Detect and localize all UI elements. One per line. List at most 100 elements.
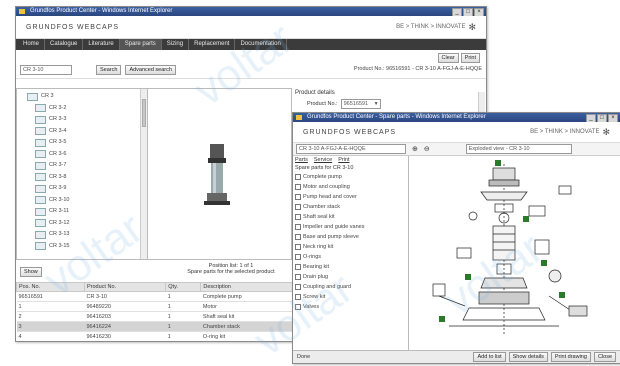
show-details-button[interactable]: Show details	[508, 352, 548, 362]
tree-item[interactable]: CR 3-9	[27, 183, 147, 195]
tree-scrollbar[interactable]	[140, 89, 147, 259]
close-button[interactable]: ×	[608, 114, 618, 122]
nav-documentation[interactable]: Documentation	[235, 39, 287, 50]
tree-item[interactable]: CR 3-3	[27, 114, 147, 126]
nav-sizing[interactable]: Sizing	[162, 39, 190, 50]
part-checkbox[interactable]	[295, 184, 301, 190]
tree-item[interactable]: CR 3-15	[27, 241, 147, 253]
tree-item[interactable]: CR 3-12	[27, 218, 147, 230]
spare-part-item[interactable]: Complete pump	[293, 172, 408, 182]
table-cell: CR 3-10	[84, 291, 166, 302]
nav-catalogue[interactable]: Catalogue	[45, 39, 84, 50]
part-checkbox[interactable]	[295, 174, 301, 180]
search-input[interactable]: CR 3-10	[20, 65, 72, 75]
spare-part-item[interactable]: Motor and coupling	[293, 182, 408, 192]
spare-part-label: O-rings	[303, 254, 322, 260]
tree-item[interactable]: CR 3-11	[27, 206, 147, 218]
logo-mark-icon: ✻	[468, 21, 476, 32]
browser-icon	[19, 9, 25, 14]
part-checkbox[interactable]	[295, 304, 301, 310]
tree-item[interactable]: CR 3	[27, 91, 147, 103]
column-header[interactable]: Description	[200, 282, 304, 292]
part-checkbox[interactable]	[295, 264, 301, 270]
minimize-button[interactable]: _	[586, 114, 596, 122]
spare-part-item[interactable]: O-rings	[293, 252, 408, 262]
part-checkbox[interactable]	[295, 214, 301, 220]
spare-part-item[interactable]: Valves	[293, 302, 408, 312]
spare-part-item[interactable]: Coupling and guard	[293, 282, 408, 292]
close-window-button[interactable]: Close	[593, 352, 616, 362]
tree-item[interactable]: CR 3-8	[27, 172, 147, 184]
nav-replacement[interactable]: Replacement	[189, 39, 236, 50]
spare-part-item[interactable]: Base and pump sleeve	[293, 232, 408, 242]
logo-mark-icon: ✻	[602, 126, 610, 137]
zoom-in-icon[interactable]: ⊕	[412, 145, 418, 153]
product-number-select[interactable]: 96516591 ▼	[340, 99, 381, 109]
column-header[interactable]: Qty.	[165, 282, 202, 292]
tree-item[interactable]: CR 3-10	[27, 195, 147, 207]
tree-item[interactable]: CR 3-2	[27, 103, 147, 115]
nav-spare-parts[interactable]: Spare parts	[119, 39, 162, 50]
part-checkbox[interactable]	[295, 254, 301, 260]
exploded-drawing-panel[interactable]	[409, 156, 619, 350]
spare-part-item[interactable]: Neck ring kit	[293, 242, 408, 252]
part-checkbox[interactable]	[295, 234, 301, 240]
zoom-out-icon[interactable]: ⊖	[424, 145, 430, 153]
nav-literature[interactable]: Literature	[83, 39, 120, 50]
tree-item-label: CR 3-5	[49, 139, 67, 145]
spare-part-item[interactable]: Chamber stack	[293, 202, 408, 212]
tree-item-label: CR 3-4	[49, 127, 67, 134]
minimize-button[interactable]: _	[452, 8, 462, 16]
print-button[interactable]: Print	[460, 53, 480, 63]
tree-item[interactable]: CR 3-4	[27, 126, 147, 138]
column-header[interactable]: Product No.	[83, 282, 167, 292]
spare-part-item[interactable]: Drain plug	[293, 272, 408, 282]
spare-part-item[interactable]: Pump head and cover	[293, 192, 408, 202]
maximize-button[interactable]: □	[597, 114, 607, 122]
spare-part-item[interactable]: Shaft seal kit	[293, 212, 408, 222]
column-header[interactable]: Pos. No.	[16, 282, 85, 292]
tree-item-label: CR 3-10	[49, 196, 70, 203]
drawing-title-field[interactable]: Exploded view - CR 3-10	[465, 144, 572, 154]
close-button[interactable]: ×	[474, 8, 484, 16]
part-checkbox[interactable]	[295, 274, 301, 280]
part-checkbox[interactable]	[295, 244, 301, 250]
table-cell: Shaft seal kit	[200, 311, 304, 322]
exploded-view-drawing	[432, 160, 588, 336]
tree-item[interactable]: CR 3-5	[27, 137, 147, 149]
part-checkbox[interactable]	[295, 204, 301, 210]
spare-part-item[interactable]: Impeller and guide vanes	[293, 222, 408, 232]
product-number-value: 96516591	[343, 101, 369, 107]
table-cell: 4	[16, 331, 85, 341]
spare-part-item[interactable]: Screw kit	[293, 292, 408, 302]
spare-part-item[interactable]: Bearing kit	[293, 262, 408, 272]
table-cell: 96416203	[84, 311, 166, 322]
advanced-search-button[interactable]: Advanced search	[125, 65, 176, 75]
tree-item[interactable]: CR 3-6	[27, 149, 147, 161]
maximize-button[interactable]: □	[463, 8, 473, 16]
nav-home[interactable]: Home	[18, 39, 46, 50]
tab-parts[interactable]: Parts	[295, 157, 308, 163]
tree-item[interactable]: CR 3-7	[27, 160, 147, 172]
spare-part-label: Chamber stack	[303, 204, 340, 210]
company-logo[interactable]: BE > THINK > INNOVATE ✻	[530, 127, 610, 138]
tab-service[interactable]: Service	[314, 157, 332, 163]
company-logo[interactable]: BE > THINK > INNOVATE ✻	[396, 22, 476, 33]
clear-button[interactable]: Clear	[437, 53, 459, 63]
folder-icon	[35, 230, 46, 239]
part-checkbox[interactable]	[295, 224, 301, 230]
spare-parts-tree: Parts Service Print Spare parts for CR 3…	[293, 156, 409, 350]
show-button[interactable]: Show	[20, 267, 42, 277]
search-button[interactable]: Search	[96, 65, 122, 75]
tab-print[interactable]: Print	[338, 157, 349, 163]
add-to-list-button[interactable]: Add to list	[473, 352, 506, 362]
product-filter-input[interactable]: CR 3-10 A-FGJ-A-E-HQQE	[296, 144, 406, 154]
part-checkbox[interactable]	[295, 194, 301, 200]
tree-item[interactable]: CR 3-13	[27, 229, 147, 241]
tree-scroll-thumb[interactable]	[142, 99, 146, 127]
table-cell: 5	[17, 342, 85, 343]
print-drawing-button[interactable]: Print drawing	[550, 352, 591, 362]
part-checkbox[interactable]	[295, 284, 301, 290]
part-checkbox[interactable]	[295, 294, 301, 300]
browser-icon	[296, 115, 302, 120]
